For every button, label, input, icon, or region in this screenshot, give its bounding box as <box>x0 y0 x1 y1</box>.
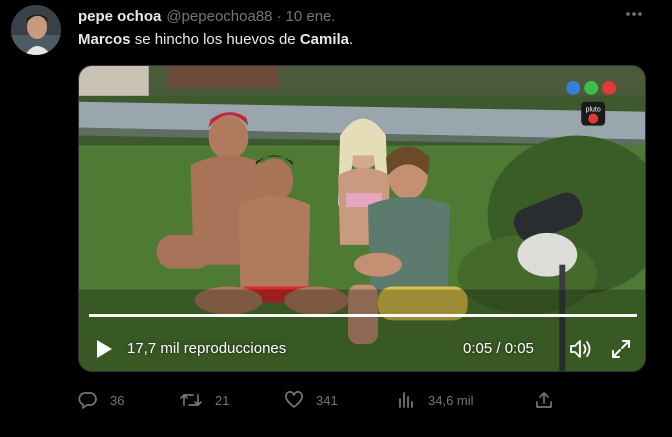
svg-text:pluto: pluto <box>586 107 601 114</box>
video-frame: pluto <box>79 66 645 371</box>
retweet-count: 21 <box>215 392 230 408</box>
play-button[interactable] <box>93 338 115 360</box>
tweet-text-middle: se hincho los huevos de <box>130 31 300 48</box>
tweet-actions: 36 21 341 34,6 mil <box>78 388 568 412</box>
retweet-icon <box>180 394 202 406</box>
play-icon <box>97 340 112 358</box>
tweet-header: pepe ochoa @pepeochoa88 · 10 ene. <box>78 6 336 26</box>
fullscreen-button[interactable] <box>610 338 632 360</box>
reply-count: 36 <box>110 392 125 408</box>
mention-marcos: Marcos <box>78 31 131 48</box>
video-views: 17,7 mil reproducciones <box>127 340 287 357</box>
like-button[interactable]: 341 <box>284 388 338 412</box>
view-count: 34,6 mil <box>428 392 474 408</box>
author-name[interactable]: pepe ochoa <box>78 8 161 25</box>
video-progress-fill <box>89 314 637 317</box>
separator: · <box>276 7 282 25</box>
volume-button[interactable] <box>569 338 593 360</box>
views-button[interactable]: 34,6 mil <box>396 388 474 412</box>
avatar[interactable] <box>11 5 61 55</box>
tweet-date[interactable]: 10 ene. <box>286 8 336 25</box>
tweet: pepe ochoa @pepeochoa88 · 10 ene. Marcos… <box>0 0 672 437</box>
expand-icon <box>612 340 630 358</box>
more-icon <box>626 12 642 16</box>
video-player[interactable]: pluto 17,7 mil reproducciones 0:05 / 0:0… <box>78 65 646 372</box>
video-time: 0:05 / 0:05 <box>463 340 534 357</box>
tweet-text-end: . <box>349 31 354 48</box>
reply-icon <box>78 392 97 409</box>
share-button[interactable] <box>534 388 566 412</box>
tweet-text: Marcos se hincho los huevos de Camila. <box>78 31 353 48</box>
reply-button[interactable]: 36 <box>78 388 124 412</box>
mention-camila: Camila <box>299 31 350 48</box>
speaker-icon <box>570 340 591 358</box>
author-handle[interactable]: @pepeochoa88 <box>166 8 272 25</box>
video-progress-bar[interactable] <box>89 314 637 317</box>
more-options-button[interactable] <box>620 4 648 24</box>
analytics-icon <box>399 392 413 408</box>
share-icon <box>536 392 552 408</box>
heart-icon <box>285 391 303 408</box>
like-count: 341 <box>316 392 338 408</box>
retweet-button[interactable]: 21 <box>179 388 229 412</box>
